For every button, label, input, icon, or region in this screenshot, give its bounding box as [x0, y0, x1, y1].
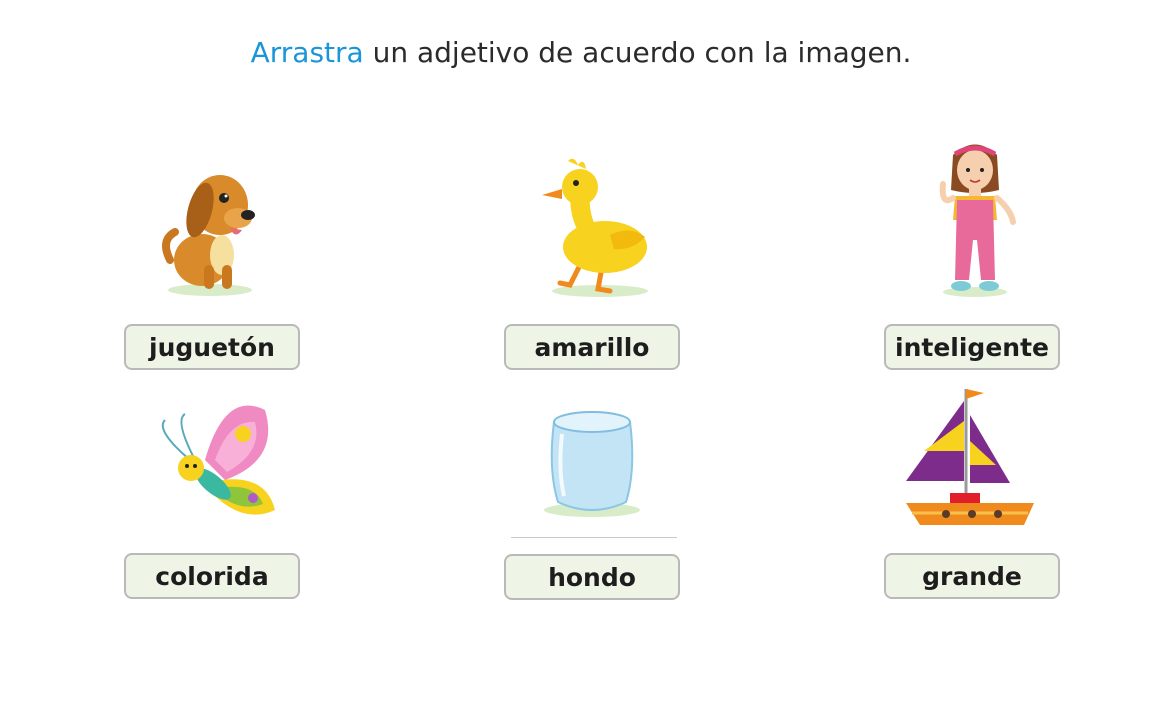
- instruction-accent: Arrastra: [250, 36, 364, 69]
- chip-label: inteligente: [895, 332, 1049, 362]
- glass-image: [544, 411, 640, 517]
- word-chip-grande[interactable]: grande: [884, 553, 1060, 599]
- chip-label: hondo: [548, 562, 636, 592]
- word-chip-hondo[interactable]: hondo: [504, 554, 680, 600]
- duck-image: [542, 158, 648, 297]
- word-chip-amarillo[interactable]: amarillo: [504, 324, 680, 370]
- drop-target-line: [511, 537, 677, 538]
- instruction-rest: un adjetivo de acuerdo con la imagen.: [363, 36, 912, 69]
- girl-image: [939, 144, 1016, 297]
- word-chip-jugueton[interactable]: juguetón: [124, 324, 300, 370]
- dog-image: [162, 175, 255, 296]
- word-chip-inteligente[interactable]: inteligente: [884, 324, 1060, 370]
- chip-label: juguetón: [149, 332, 275, 362]
- chip-label: grande: [922, 561, 1022, 591]
- butterfly-image: [161, 405, 275, 515]
- sailboat-image: [906, 389, 1034, 525]
- instruction-text: Arrastra un adjetivo de acuerdo con la i…: [0, 36, 1162, 69]
- word-chip-colorida[interactable]: colorida: [124, 553, 300, 599]
- chip-label: colorida: [155, 561, 269, 591]
- chip-label: amarillo: [534, 332, 650, 362]
